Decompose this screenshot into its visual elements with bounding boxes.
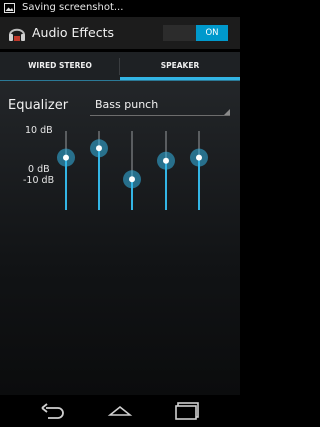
- equalizer-sliders: [57, 131, 208, 210]
- navigation-bar: [0, 395, 240, 427]
- back-icon[interactable]: [40, 403, 66, 419]
- eq-band-thumb-center: [96, 145, 102, 152]
- recents-icon[interactable]: [174, 401, 202, 421]
- eq-band-thumb-center: [163, 157, 169, 164]
- home-icon[interactable]: [107, 404, 133, 418]
- eq-band-thumb-center: [63, 154, 69, 161]
- eq-band-thumb-center: [129, 176, 135, 183]
- eq-band-thumb-center: [196, 154, 202, 161]
